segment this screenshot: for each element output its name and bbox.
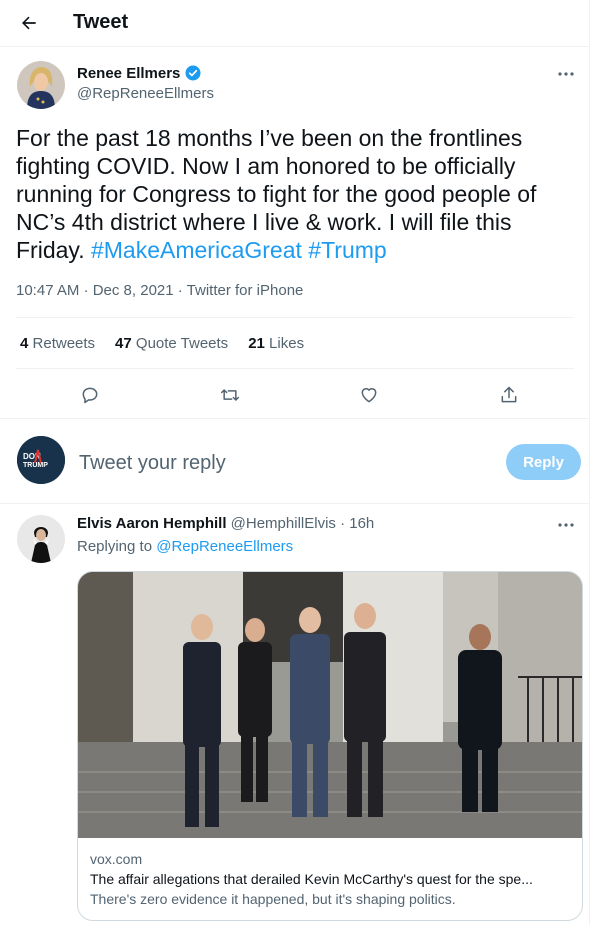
- link-card[interactable]: vox.com The affair allegations that dera…: [77, 571, 583, 921]
- engagement-stats: 4 Retweets 47 Quote Tweets 21 Likes: [20, 335, 304, 352]
- tweet-page: Tweet Renee Ellmers @RepReneeEllmers For…: [0, 0, 590, 925]
- divider: [16, 368, 574, 369]
- share-button[interactable]: [496, 382, 522, 408]
- retweets-label: Retweets: [32, 335, 96, 352]
- retweets-stat[interactable]: 4 Retweets: [20, 335, 95, 352]
- more-icon: [558, 72, 574, 76]
- author-name-text: Renee Ellmers: [77, 64, 181, 82]
- avatar-photo: [17, 515, 65, 563]
- replying-to-line: Replying to @RepReneeEllmers: [77, 538, 293, 555]
- avatar-text-bottom: TRUMP: [23, 462, 48, 469]
- verified-badge-icon: [185, 65, 201, 81]
- more-options-button[interactable]: [553, 64, 579, 84]
- avatar-logo: DON TRUMP: [17, 436, 65, 484]
- back-button[interactable]: [12, 6, 46, 40]
- reply-button[interactable]: [77, 382, 103, 408]
- share-icon: [501, 386, 517, 403]
- reply-icon: [82, 387, 98, 404]
- retweet-button[interactable]: [217, 382, 243, 408]
- quote-tweets-stat[interactable]: 47 Quote Tweets: [115, 335, 228, 352]
- replying-prefix: Replying to: [77, 538, 157, 555]
- retweet-icon: [220, 389, 240, 401]
- author-avatar[interactable]: [17, 61, 65, 109]
- more-icon: [558, 523, 574, 527]
- card-domain: vox.com: [90, 851, 143, 867]
- quote-tweets-count: 47: [115, 335, 132, 352]
- reply-input[interactable]: Tweet your reply: [79, 452, 226, 475]
- likes-label: Likes: [269, 335, 305, 352]
- card-title: The affair allegations that derailed Kev…: [90, 871, 533, 887]
- reply-author-line[interactable]: Elvis Aaron Hemphill @HemphillElvis · 16…: [77, 515, 374, 532]
- likes-stat[interactable]: 21 Likes: [248, 335, 304, 352]
- hashtag-link[interactable]: #Trump: [308, 237, 386, 263]
- reply-author-handle-time: @HemphillElvis · 16h: [230, 515, 375, 532]
- replying-to-link[interactable]: @RepReneeEllmers: [156, 538, 293, 555]
- card-image: [78, 572, 582, 838]
- avatar-photo: [17, 61, 65, 109]
- current-user-avatar[interactable]: DON TRUMP: [17, 436, 65, 484]
- reply-more-options-button[interactable]: [553, 515, 579, 535]
- quote-tweets-label: Quote Tweets: [135, 335, 229, 352]
- hashtag-link[interactable]: #MakeAmericaGreat: [91, 237, 302, 263]
- likes-count: 21: [248, 335, 265, 352]
- top-bar: Tweet: [0, 0, 590, 47]
- retweets-count: 4: [20, 335, 29, 352]
- divider: [16, 317, 574, 318]
- reply-author-name: Elvis Aaron Hemphill: [77, 515, 227, 532]
- arrow-left-icon: [22, 16, 36, 30]
- reply-submit-button[interactable]: Reply: [506, 444, 581, 480]
- tweet-timestamp[interactable]: 10:47 AM · Dec 8, 2021 · Twitter for iPh…: [16, 282, 303, 299]
- card-description: There's zero evidence it happened, but i…: [90, 891, 456, 907]
- reply-author-avatar[interactable]: [17, 515, 65, 563]
- page-title: Tweet: [73, 11, 129, 33]
- like-icon: [361, 388, 377, 403]
- author-name[interactable]: Renee Ellmers: [77, 64, 202, 82]
- tweet-text: For the past 18 months I’ve been on the …: [16, 124, 571, 264]
- author-handle[interactable]: @RepReneeEllmers: [77, 85, 214, 102]
- like-button[interactable]: [356, 382, 382, 408]
